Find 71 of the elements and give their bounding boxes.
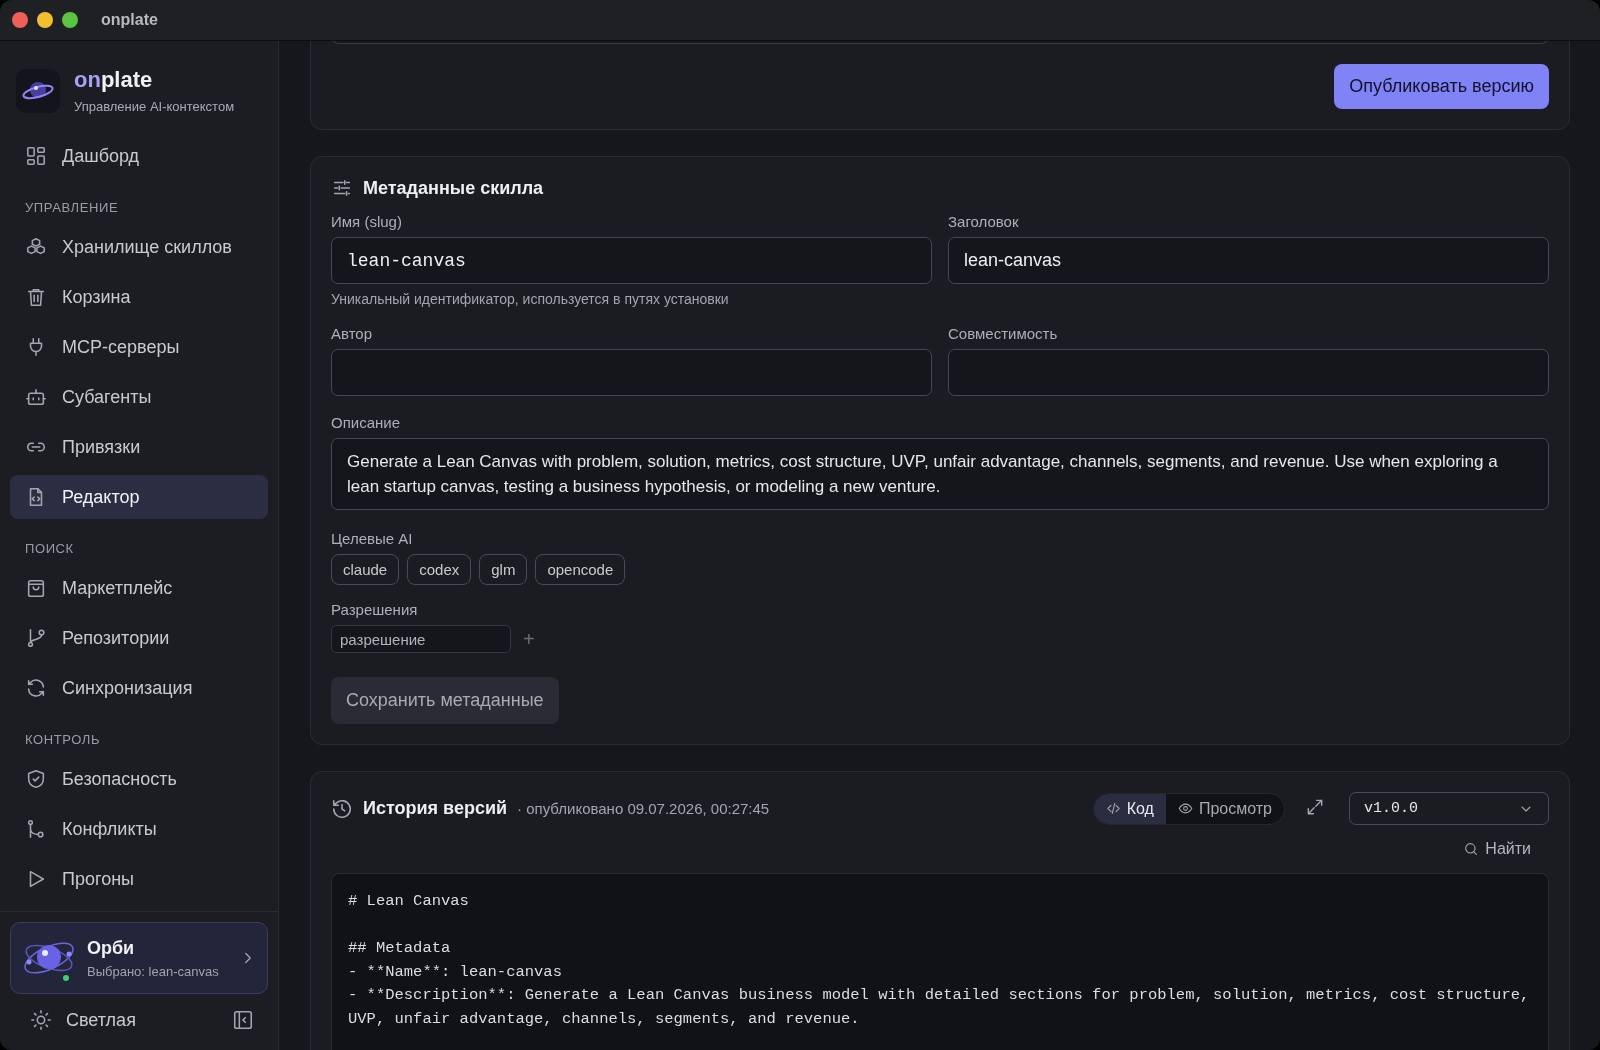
nav-item[interactable]: Хранилище скиллов: [10, 225, 268, 269]
history-icon: [331, 797, 353, 820]
nav-item[interactable]: Редактор: [10, 475, 268, 519]
refresh-icon: [25, 677, 47, 699]
nav-item[interactable]: Репозитории: [10, 616, 268, 660]
trash-icon: [25, 286, 47, 308]
merge-icon: [25, 818, 47, 840]
section-heading: УПРАВЛЕНИЕ: [24, 199, 120, 217]
code-icon: [1105, 801, 1121, 816]
field-label: Совместимость: [948, 325, 1059, 342]
field-label: Описание: [331, 414, 402, 431]
field-label: Целевые AI: [331, 530, 414, 547]
tag[interactable]: codex: [407, 554, 472, 585]
nav-item[interactable]: MCP-серверы: [10, 325, 268, 369]
grid-icon: [25, 145, 47, 167]
tag[interactable]: opencode: [535, 554, 626, 585]
field-hint: Уникальный идентификатор, используется в путях установки: [331, 291, 730, 307]
robot-icon: [25, 386, 47, 408]
sun-icon: [30, 1009, 52, 1031]
input-field[interactable]: [948, 349, 1549, 396]
view-tab[interactable]: Просмотр: [1165, 793, 1284, 824]
view-tab[interactable]: Код: [1093, 793, 1166, 824]
code-line: # Lean Canvas: [348, 891, 470, 912]
nav-item[interactable]: Безопасность: [10, 757, 268, 801]
field-label: Автор: [331, 325, 374, 342]
nav-item[interactable]: Корзина: [10, 275, 268, 319]
field-label: Имя (slug): [331, 213, 403, 230]
code-line: - **Name**: lean-canvas: [348, 961, 563, 983]
section-heading: КОНТРОЛЬ: [24, 731, 102, 749]
collapse-sidebar-icon[interactable]: [232, 1009, 254, 1031]
search-icon: [1463, 841, 1480, 857]
code-line: - **Description**: Generate a Lean Canvas business model with detailed sections for problem, solution, metrics, cost structure, UVP, unfair advantage, channels, segments, and revenue.: [348, 985, 1531, 1030]
close-button[interactable]: [12, 12, 28, 28]
nav-item[interactable]: Маркетплейс: [10, 566, 268, 610]
input-field[interactable]: [331, 349, 932, 396]
assistant-name: Орби: [87, 937, 136, 959]
version-select[interactable]: v1.0.0: [1349, 792, 1549, 825]
permission-field[interactable]: разрешение: [331, 625, 511, 653]
publish-button[interactable]: Опубликовать версию: [1334, 64, 1549, 109]
minimize-button[interactable]: [37, 12, 53, 28]
nav-item[interactable]: Конфликты: [10, 807, 268, 851]
code-line: ## Metadata: [348, 938, 452, 959]
nav-item[interactable]: Прогоны: [10, 857, 268, 901]
bag-icon: [25, 577, 47, 599]
nav-item[interactable]: Субагенты: [10, 375, 268, 419]
nav-item[interactable]: Синхронизация: [10, 666, 268, 710]
tag[interactable]: claude: [331, 554, 400, 585]
assistant-subtitle: Выбрано: lean-canvas: [87, 963, 220, 979]
maximize-button[interactable]: [62, 12, 78, 28]
app-subtitle: Управление AI-контекстом: [74, 99, 235, 114]
find-button[interactable]: Найти: [1457, 839, 1537, 859]
nav-item[interactable]: Привязки: [10, 425, 268, 469]
theme-toggle[interactable]: Светлая: [24, 1008, 142, 1032]
assistant-card[interactable]: Орби Выбрано: lean-canvas: [10, 922, 268, 994]
app-name: onplate: [74, 67, 154, 93]
sliders-icon: [331, 177, 353, 199]
tag[interactable]: glm: [479, 554, 528, 585]
input-field[interactable]: lean-canvas: [948, 237, 1549, 284]
branch-icon: [25, 627, 47, 649]
card-title: Метаданные скилла: [363, 177, 544, 199]
shield-icon: [25, 768, 47, 790]
input-field[interactable]: lean-canvas: [331, 237, 932, 284]
nav-item[interactable]: Дашборд: [10, 134, 268, 178]
field-label: Заголовок: [948, 213, 1020, 230]
eye-icon: [1177, 801, 1193, 816]
section-heading: ПОИСК: [24, 540, 75, 558]
description-field[interactable]: Generate a Lean Canvas with problem, solution, metrics, cost structure, UVP, unfair advantage, channels, segments, and revenue. Use when exploring a lean startup canvas, testing a business hypothesis, or modeling a new venture.: [331, 438, 1549, 510]
publish-date: · опубликовано 09.07.2026, 00:27:45: [517, 800, 770, 817]
field-label: Разрешения: [331, 601, 419, 618]
window-title: onplate: [101, 11, 158, 29]
card-title: История версий: [363, 798, 508, 819]
